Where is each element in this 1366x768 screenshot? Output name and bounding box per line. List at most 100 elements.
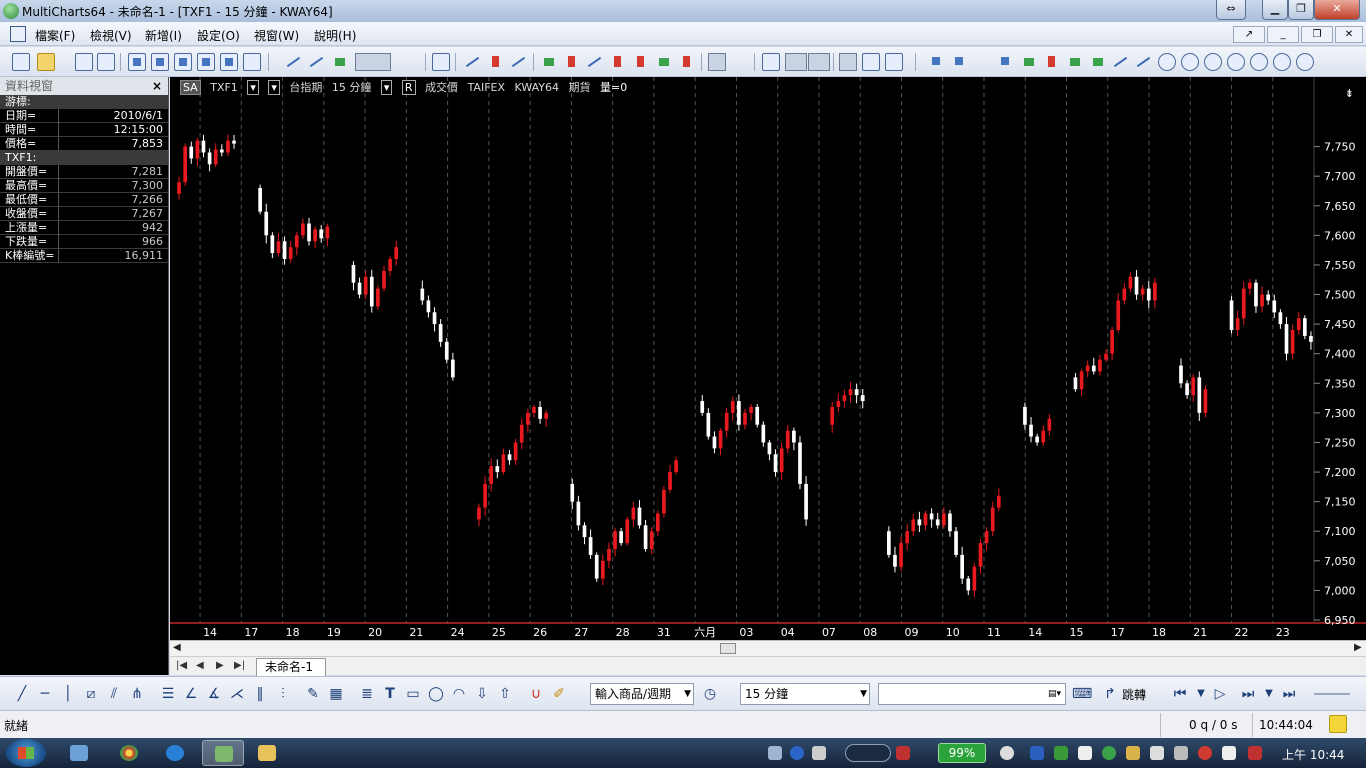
shield-tray-icon[interactable] bbox=[1126, 746, 1140, 760]
speed-lines-icon[interactable]: ⋌ bbox=[229, 686, 245, 702]
chart-window-icon[interactable] bbox=[128, 53, 146, 71]
shift-left-icon[interactable] bbox=[808, 53, 830, 71]
line-chart-icon[interactable] bbox=[510, 53, 528, 71]
rectangle-icon[interactable]: ▭ bbox=[405, 686, 421, 702]
redo-zoom-icon[interactable] bbox=[1250, 53, 1268, 71]
parallel-channel-icon[interactable]: ⫽ bbox=[106, 686, 122, 702]
pencil-icon[interactable]: ✎ bbox=[305, 686, 321, 702]
menu-view[interactable]: 檢視(V) bbox=[90, 27, 132, 44]
keyboard-tray-icon[interactable] bbox=[768, 746, 782, 760]
cycle-lines-icon[interactable]: ⫶ bbox=[275, 686, 291, 702]
interval-dropdown[interactable]: ▾ bbox=[380, 80, 393, 95]
kagi-icon[interactable] bbox=[563, 53, 581, 71]
trend-down-icon[interactable] bbox=[1135, 53, 1153, 71]
taskbar-chrome[interactable] bbox=[108, 740, 150, 766]
antivirus-tray-icon[interactable] bbox=[1198, 746, 1212, 760]
replay-back-dropdown-icon[interactable]: ▼ bbox=[1193, 686, 1209, 702]
jump-icon[interactable]: ↱ bbox=[1102, 686, 1118, 702]
zoom-vertical-icon[interactable] bbox=[997, 53, 1015, 71]
chart-canvas[interactable]: 14 17 18 19 20 21 24 25 26 27 28 31 六月 03 04 07 08 09 10 11… bbox=[170, 77, 1366, 640]
refresh-icon[interactable] bbox=[1204, 53, 1222, 71]
close-window-button[interactable]: ✕ bbox=[1314, 0, 1360, 20]
menu-window[interactable]: 視窗(W) bbox=[254, 27, 299, 44]
tab-nav-prev[interactable]: ◀ bbox=[196, 660, 204, 671]
order-entry-icon[interactable] bbox=[402, 53, 420, 71]
text-list-icon[interactable]: ≣ bbox=[359, 686, 375, 702]
point-figure-icon[interactable] bbox=[540, 53, 558, 71]
trend-up-icon[interactable] bbox=[1112, 53, 1130, 71]
mdi-minimize-button[interactable]: _ bbox=[1267, 26, 1299, 43]
minimize-button[interactable]: ▁ bbox=[1262, 0, 1288, 20]
data-feed-icon[interactable] bbox=[243, 53, 261, 71]
restore-size-button[interactable]: ⇔ bbox=[1216, 0, 1246, 20]
replay-step-icon[interactable]: ⏭ bbox=[1240, 686, 1256, 702]
help-tray-icon[interactable] bbox=[790, 746, 804, 760]
network-error-icon[interactable] bbox=[896, 746, 910, 760]
shift-right-icon[interactable] bbox=[785, 53, 807, 71]
close-data-window-icon[interactable]: × bbox=[152, 77, 162, 95]
range-bar-icon[interactable] bbox=[632, 53, 650, 71]
notification-icon[interactable] bbox=[1329, 715, 1347, 733]
replay-play-icon[interactable]: ▷ bbox=[1212, 686, 1228, 702]
tab-untitled-1[interactable]: 未命名-1 bbox=[256, 658, 326, 676]
hand-pan-icon[interactable] bbox=[1296, 53, 1314, 71]
menu-insert[interactable]: 新增(I) bbox=[145, 27, 182, 44]
network-tray-icon[interactable] bbox=[812, 746, 826, 760]
zoom-out-icon[interactable] bbox=[1181, 53, 1199, 71]
tab-nav-first[interactable]: |◀ bbox=[176, 660, 187, 671]
dom-window-icon[interactable] bbox=[174, 53, 192, 71]
comment-icon[interactable] bbox=[762, 53, 780, 71]
info-tray-icon[interactable] bbox=[1102, 746, 1116, 760]
price-chart[interactable]: 14 17 18 19 20 21 24 25 26 27 28 31 六月 03 04 07 08 09 10 11… bbox=[170, 77, 1366, 640]
clock-icon[interactable]: ◷ bbox=[702, 686, 718, 702]
taskbar-clock[interactable]: 上午 10:44 bbox=[1282, 746, 1344, 763]
scroll-left-arrow[interactable]: ◀ bbox=[173, 642, 181, 653]
taskbar-multicharts[interactable] bbox=[202, 740, 244, 766]
volume-tray-icon[interactable] bbox=[1174, 746, 1188, 760]
scale-menu-icon[interactable]: ⇟ bbox=[1345, 87, 1354, 100]
display-tray-icon[interactable] bbox=[1078, 746, 1092, 760]
r-button[interactable]: R bbox=[401, 80, 416, 95]
menu-settings[interactable]: 設定(O) bbox=[197, 27, 240, 44]
sa-button[interactable]: SA bbox=[180, 80, 201, 95]
undo-zoom-icon[interactable] bbox=[1227, 53, 1245, 71]
horizontal-line-icon[interactable]: ─ bbox=[37, 686, 53, 702]
scroll-first-icon[interactable] bbox=[928, 53, 946, 71]
keyboard-icon[interactable]: ⌨ bbox=[1072, 686, 1092, 702]
security-tray-icon[interactable] bbox=[1030, 746, 1044, 760]
replay-speed-slider[interactable] bbox=[1314, 693, 1350, 695]
candlestick-icon[interactable] bbox=[487, 53, 505, 71]
volume-delta-icon[interactable] bbox=[655, 53, 673, 71]
edit-icon[interactable] bbox=[97, 53, 115, 71]
menu-file[interactable]: 檔案(F) bbox=[35, 27, 75, 44]
text-tool-icon[interactable]: T bbox=[382, 686, 398, 702]
screen-split-icon[interactable] bbox=[885, 53, 903, 71]
open-folder-icon[interactable] bbox=[37, 53, 55, 71]
vertical-line-icon[interactable]: │ bbox=[60, 686, 76, 702]
insert-study-icon[interactable] bbox=[285, 53, 303, 71]
magnifier-icon[interactable] bbox=[1273, 53, 1291, 71]
gann-fan-icon[interactable]: ∠ bbox=[183, 686, 199, 702]
alert-icon[interactable] bbox=[1043, 53, 1061, 71]
time-zones-icon[interactable]: ‖ bbox=[252, 686, 268, 702]
action-center-icon[interactable] bbox=[1222, 746, 1236, 760]
jump-label[interactable]: 跳轉 bbox=[1122, 686, 1146, 703]
renko-icon[interactable] bbox=[586, 53, 604, 71]
data-window-toggle-icon[interactable] bbox=[839, 53, 857, 71]
tab-nav-next[interactable]: ▶ bbox=[216, 660, 224, 671]
arrow-up-draw-icon[interactable]: ⇧ bbox=[497, 686, 513, 702]
taskbar-app-1[interactable] bbox=[58, 740, 100, 766]
new-workspace-icon[interactable] bbox=[12, 53, 30, 71]
mdi-close-button[interactable]: ✕ bbox=[1335, 26, 1363, 43]
replay-first-icon[interactable]: ⏮ bbox=[1172, 686, 1188, 702]
maximize-button[interactable]: ❐ bbox=[1288, 0, 1314, 20]
scanner-window-icon[interactable] bbox=[151, 53, 169, 71]
fib-extension-icon[interactable]: ∡ bbox=[206, 686, 222, 702]
symbol-dropdown[interactable]: ▾ bbox=[247, 80, 259, 95]
mdi-restore-button[interactable]: ❐ bbox=[1301, 26, 1333, 43]
magnet-icon[interactable]: ∪ bbox=[528, 686, 544, 702]
channel-icon[interactable]: ⧄ bbox=[83, 686, 99, 702]
arrow-left-icon[interactable] bbox=[1066, 53, 1084, 71]
crosshair-icon[interactable] bbox=[731, 53, 749, 71]
arc-icon[interactable]: ◠ bbox=[451, 686, 467, 702]
